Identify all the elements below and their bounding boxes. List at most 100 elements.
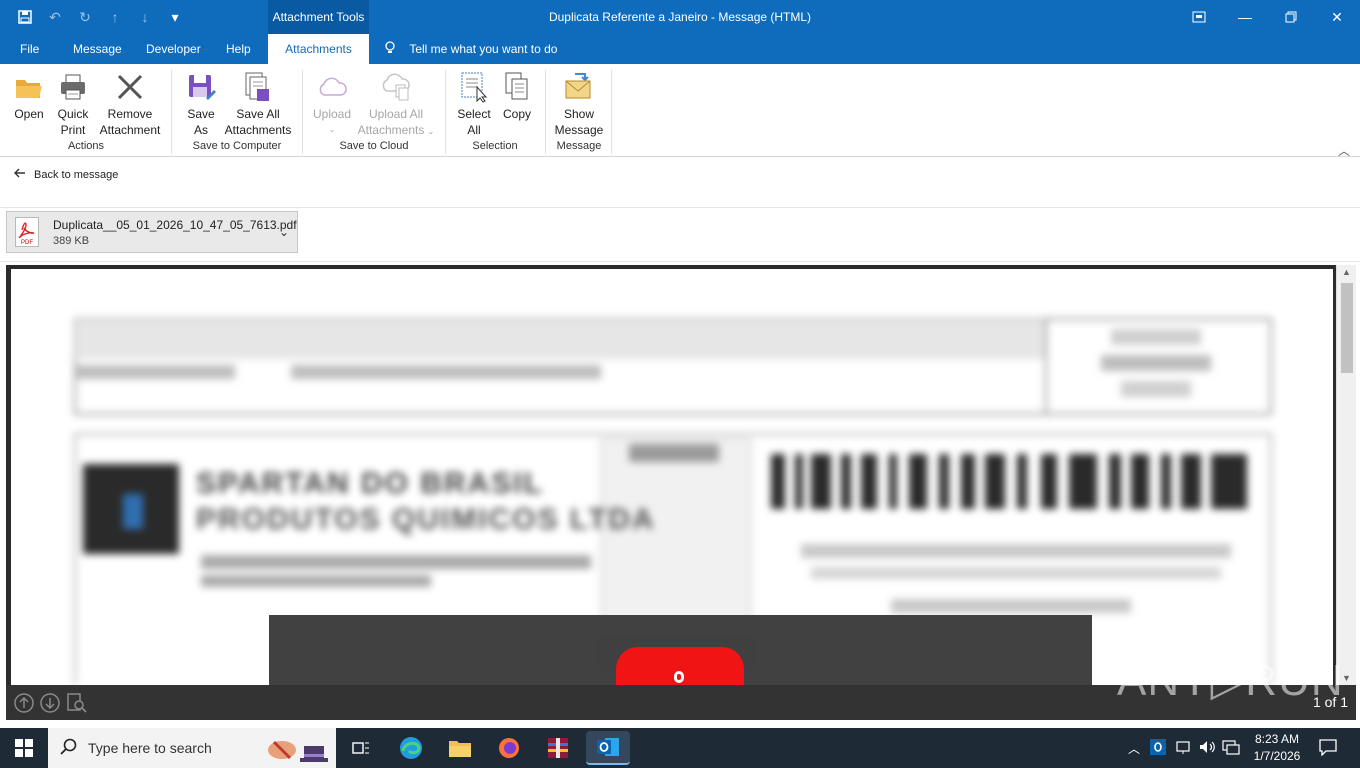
save-all-attachments-button[interactable]: Save All Attachments xyxy=(222,70,294,138)
group-separator xyxy=(302,70,303,154)
group-label-message: Message xyxy=(556,140,602,152)
chevron-down-icon[interactable]: ⌄ xyxy=(279,225,289,239)
window-controls: — ✕ xyxy=(1176,0,1360,34)
media-overlay[interactable] xyxy=(269,615,1092,685)
save-as-button[interactable]: Save As xyxy=(182,70,220,138)
undo-icon[interactable]: ↶ xyxy=(44,6,66,28)
network-drive-icon[interactable] xyxy=(1175,739,1191,758)
find-page-icon[interactable] xyxy=(66,693,88,717)
group-label-save-to-cloud: Save to Cloud xyxy=(339,140,409,152)
system-clock[interactable]: 8:23 AM 1/7/2026 xyxy=(1242,731,1312,765)
back-to-message-label: Back to message xyxy=(34,168,119,181)
firefox-icon[interactable] xyxy=(495,734,523,762)
customize-icon[interactable]: ▾ xyxy=(164,6,186,28)
ribbon-display-icon[interactable] xyxy=(1176,0,1222,34)
save-as-icon xyxy=(184,70,218,104)
select-all-button[interactable]: Select All xyxy=(454,70,494,138)
next-page-icon[interactable] xyxy=(40,693,60,717)
outlook-tray-icon[interactable] xyxy=(1150,739,1166,758)
upload-all-dropdown-icon: ⌄ xyxy=(427,127,435,136)
tab-file[interactable]: File xyxy=(20,34,39,64)
envelope-icon xyxy=(562,70,596,104)
minimize-icon[interactable]: — xyxy=(1222,0,1268,34)
remove-attachment-button[interactable]: Remove Attachment xyxy=(96,70,164,138)
down-icon[interactable]: ↓ xyxy=(134,6,156,28)
group-label-selection: Selection xyxy=(472,140,518,152)
pdf-file-icon: PDF xyxy=(15,217,39,247)
attachment-filename: Duplicata__05_01_2026_10_47_05_7613.pdf xyxy=(53,218,297,232)
previous-page-icon[interactable] xyxy=(14,693,34,717)
pdf-icon-label: PDF xyxy=(21,240,33,246)
ribbon-tabs: File Message Developer Help Attachments … xyxy=(0,34,1360,64)
group-separator xyxy=(445,70,446,154)
tell-me-search[interactable]: Tell me what you want to do xyxy=(384,34,557,64)
group-separator xyxy=(611,70,612,154)
arrow-left-icon xyxy=(14,168,26,181)
collapse-ribbon-icon[interactable]: ︿ xyxy=(1338,142,1350,159)
attachment-size: 389 KB xyxy=(53,235,90,247)
show-message-button[interactable]: Show Message xyxy=(552,70,606,138)
save-all-label-2: Attachments xyxy=(224,123,292,137)
divider xyxy=(0,261,1360,262)
upload-button[interactable]: Upload ⌄ xyxy=(310,70,354,138)
taskbar: Type here to search ︿ 8:23 AM 1/7/2026 xyxy=(0,728,1360,768)
cloud-files-icon xyxy=(379,70,413,104)
open-label: Open xyxy=(14,107,44,121)
upload-all-attachments-button[interactable]: Upload All Attachments ⌄ xyxy=(356,70,436,140)
tab-attachments[interactable]: Attachments xyxy=(268,34,369,64)
edge-browser-icon[interactable] xyxy=(397,734,425,762)
scrollbar-thumb[interactable] xyxy=(1341,283,1353,373)
search-icon xyxy=(60,738,78,761)
company-name-line-2: PRODUTOS QUIMICOS LTDA xyxy=(196,503,656,536)
upload-all-label-2: Attachments xyxy=(357,123,425,137)
attachment-card[interactable]: PDF Duplicata__05_01_2026_10_47_05_7613.… xyxy=(6,211,298,253)
open-button[interactable]: Open xyxy=(10,70,48,122)
attachment-tools-context: Attachment Tools xyxy=(268,0,369,34)
taskbar-search-box[interactable]: Type here to search xyxy=(48,728,336,768)
windows-start-icon[interactable] xyxy=(0,728,48,768)
copy-icon xyxy=(500,70,534,104)
back-to-message-link[interactable]: Back to message xyxy=(14,168,118,181)
tab-developer[interactable]: Developer xyxy=(146,34,201,64)
save-all-label-1: Save All xyxy=(236,107,280,121)
quick-access-toolbar: ↶ ↻ ↑ ↓ ▾ xyxy=(14,6,186,28)
tab-message[interactable]: Message xyxy=(73,34,122,64)
tab-help[interactable]: Help xyxy=(226,34,251,64)
upload-label: Upload xyxy=(312,107,352,121)
redo-icon[interactable]: ↻ xyxy=(74,6,96,28)
task-view-icon[interactable] xyxy=(346,734,374,762)
show-hidden-icons[interactable]: ︿ xyxy=(1128,740,1140,757)
network-icon[interactable] xyxy=(1222,739,1240,758)
save-icon[interactable] xyxy=(14,6,36,28)
save-as-label-2: As xyxy=(193,123,208,137)
select-all-label-1: Select xyxy=(457,107,491,121)
anyrun-watermark: ANY▷RUN xyxy=(1117,656,1344,705)
lightbulb-icon xyxy=(384,41,399,56)
winrar-icon[interactable] xyxy=(544,734,572,762)
save-as-label-1: Save xyxy=(187,107,215,121)
quick-print-label-2: Print xyxy=(60,123,86,137)
up-icon[interactable]: ↑ xyxy=(104,6,126,28)
select-all-icon xyxy=(457,70,491,104)
notifications-icon[interactable] xyxy=(1318,738,1338,759)
tell-me-label: Tell me what you want to do xyxy=(409,42,558,56)
cloud-icon xyxy=(315,70,349,104)
quick-print-button[interactable]: Quick Print xyxy=(52,70,94,138)
group-label-save-to-computer: Save to Computer xyxy=(192,140,282,152)
remove-label-2: Attachment xyxy=(99,123,161,137)
clock-time: 8:23 AM xyxy=(1254,732,1300,746)
play-button-icon[interactable] xyxy=(616,647,744,685)
close-icon[interactable]: ✕ xyxy=(1314,0,1360,34)
search-highlight-icon xyxy=(262,732,332,767)
copy-button[interactable]: Copy xyxy=(498,70,536,122)
show-message-label-1: Show xyxy=(563,107,595,121)
scroll-up-icon[interactable]: ▲ xyxy=(1342,267,1351,277)
upload-all-label-2-row: Attachments ⌄ xyxy=(356,122,436,140)
outlook-icon[interactable] xyxy=(586,731,630,765)
window-title: Duplicata Referente a Janeiro - Message … xyxy=(548,10,812,24)
file-explorer-icon[interactable] xyxy=(446,734,474,762)
clock-date: 1/7/2026 xyxy=(1253,749,1301,763)
restore-icon[interactable] xyxy=(1268,0,1314,34)
volume-icon[interactable] xyxy=(1198,739,1216,758)
preview-scrollbar[interactable]: ▲ ▼ xyxy=(1336,265,1356,685)
